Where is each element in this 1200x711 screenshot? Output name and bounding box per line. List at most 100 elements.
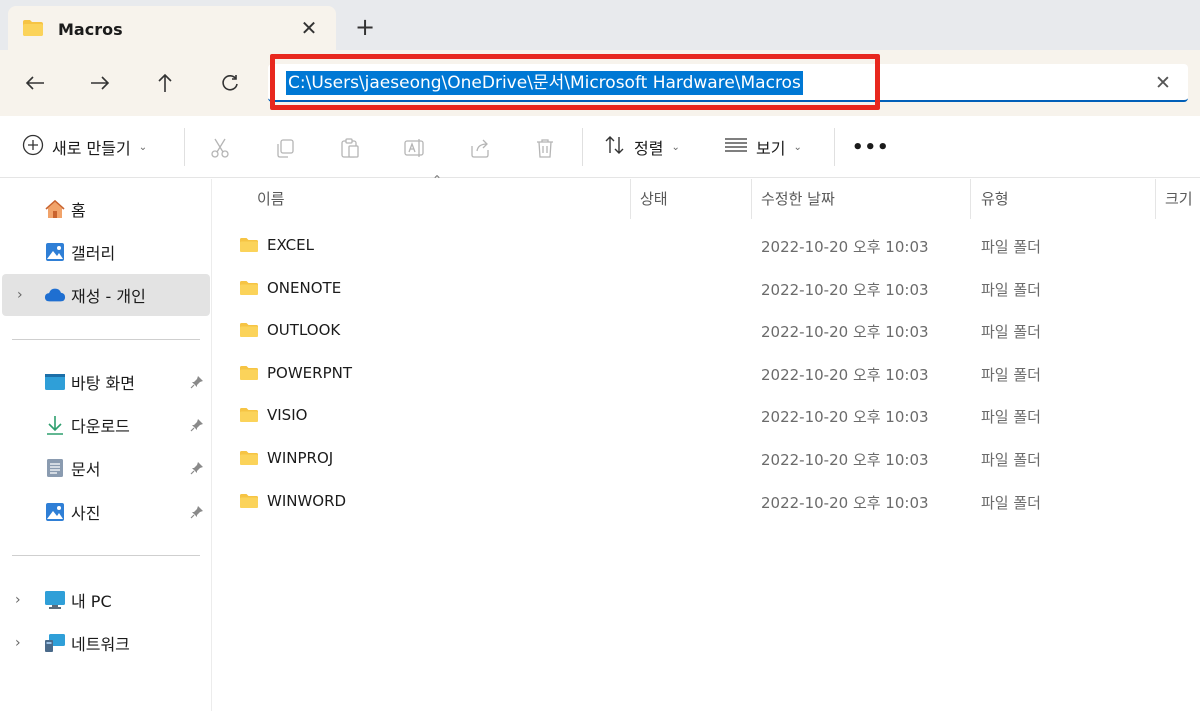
view-button[interactable]: 보기 ⌄ bbox=[724, 132, 802, 162]
cut-icon[interactable] bbox=[208, 136, 232, 160]
file-modified-date: 2022-10-20 오후 10:03 bbox=[761, 408, 929, 427]
sort-button[interactable]: 정렬 ⌄ bbox=[604, 132, 680, 162]
column-header-name[interactable]: 이름 bbox=[257, 179, 285, 219]
table-row[interactable]: ONENOTE 2022-10-20 오후 10:03 파일 폴더 bbox=[213, 267, 1200, 309]
chevron-right-icon[interactable]: › bbox=[17, 287, 23, 303]
onedrive-cloud-icon bbox=[44, 284, 66, 306]
up-icon[interactable] bbox=[148, 68, 182, 98]
sidebar-item-home[interactable]: 홈 bbox=[0, 188, 212, 230]
paste-icon[interactable] bbox=[338, 136, 362, 160]
view-icon bbox=[724, 136, 748, 158]
more-options-button[interactable]: ••• bbox=[852, 132, 890, 162]
folder-icon bbox=[239, 365, 259, 385]
table-row[interactable]: WINWORD 2022-10-20 오후 10:03 파일 폴더 bbox=[213, 480, 1200, 522]
forward-icon[interactable] bbox=[83, 68, 117, 98]
file-modified-date: 2022-10-20 오후 10:03 bbox=[761, 451, 929, 469]
file-name: WINWORD bbox=[267, 491, 347, 510]
file-modified-date: 2022-10-20 오후 10:03 bbox=[761, 493, 929, 512]
new-button-label: 새로 만들기 bbox=[52, 139, 131, 158]
table-row[interactable]: WINPROJ 2022-10-20 오후 10:03 파일 폴더 bbox=[213, 437, 1200, 479]
share-icon[interactable] bbox=[468, 136, 492, 160]
sidebar-item-documents[interactable]: 문서 bbox=[0, 447, 212, 489]
pin-icon[interactable] bbox=[190, 460, 206, 476]
network-icon bbox=[44, 632, 66, 654]
table-row[interactable]: POWERPNT 2022-10-20 오후 10:03 파일 폴더 bbox=[213, 352, 1200, 394]
table-row[interactable]: OUTLOOK 2022-10-20 오후 10:03 파일 폴더 bbox=[213, 309, 1200, 351]
folder-icon bbox=[239, 407, 259, 427]
column-divider[interactable] bbox=[751, 179, 752, 219]
sidebar-item-downloads[interactable]: 다운로드 bbox=[0, 404, 212, 446]
tab-title: Macros bbox=[58, 20, 123, 39]
file-type: 파일 폴더 bbox=[981, 280, 1041, 299]
chevron-right-icon[interactable]: › bbox=[15, 592, 21, 608]
close-tab-icon[interactable]: ✕ bbox=[296, 15, 322, 41]
plus-circle-icon bbox=[22, 134, 44, 160]
command-separator bbox=[582, 128, 583, 166]
sidebar-item-gallery[interactable]: 갤러리 bbox=[0, 231, 212, 273]
sidebar-item-desktop[interactable]: 바탕 화면 bbox=[0, 361, 212, 403]
sidebar-item-label: 재성 - 개인 bbox=[71, 287, 146, 306]
sort-ascending-icon: ⌃ bbox=[432, 173, 443, 187]
navigation-pane: 홈 갤러리 › 재성 - 개인 바탕 화면 다운로드 문서 사진 › 내 PC … bbox=[0, 179, 212, 711]
sidebar-item-label: 네트워크 bbox=[71, 635, 130, 654]
table-row[interactable]: EXCEL 2022-10-20 오후 10:03 파일 폴더 bbox=[213, 224, 1200, 266]
pin-icon[interactable] bbox=[190, 504, 206, 520]
file-type: 파일 폴더 bbox=[981, 365, 1041, 384]
tab-strip: Macros ✕ + bbox=[0, 0, 1200, 50]
rename-icon[interactable] bbox=[403, 136, 427, 160]
file-name: WINPROJ bbox=[267, 449, 334, 467]
address-row: C:\Users\jaeseong\OneDrive\문서\Microsoft … bbox=[0, 50, 1200, 116]
command-separator bbox=[834, 128, 835, 166]
chevron-down-icon: ⌄ bbox=[138, 141, 148, 153]
view-label: 보기 bbox=[756, 139, 786, 158]
file-list: ⌃ 이름 상태 수정한 날짜 유형 크기 EXCEL 2022-10-20 오후 … bbox=[213, 173, 1200, 711]
address-bar[interactable]: C:\Users\jaeseong\OneDrive\문서\Microsoft … bbox=[268, 54, 1188, 110]
sidebar-item-this-pc[interactable]: › 내 PC bbox=[0, 579, 212, 621]
file-type: 파일 폴더 bbox=[981, 238, 1041, 256]
column-header-size[interactable]: 크기 bbox=[1165, 179, 1193, 219]
column-divider[interactable] bbox=[1155, 179, 1156, 219]
document-icon bbox=[44, 457, 66, 479]
sidebar-item-label: 다운로드 bbox=[71, 417, 130, 436]
chevron-down-icon: ⌄ bbox=[793, 141, 802, 153]
sort-icon bbox=[604, 135, 626, 159]
folder-icon bbox=[239, 237, 259, 257]
file-name: POWERPNT bbox=[267, 363, 353, 382]
clear-address-icon[interactable]: ✕ bbox=[1150, 70, 1176, 96]
refresh-icon[interactable] bbox=[213, 68, 247, 98]
tab-macros[interactable]: Macros ✕ bbox=[8, 6, 336, 50]
column-header-status[interactable]: 상태 bbox=[640, 179, 668, 219]
command-bar: 새로 만들기 ⌄ 정렬 ⌄ 보기 ⌄ ••• bbox=[0, 116, 1200, 178]
pc-icon bbox=[44, 589, 66, 611]
pin-icon[interactable] bbox=[190, 417, 206, 433]
sidebar-item-label: 갤러리 bbox=[71, 244, 116, 263]
chevron-right-icon[interactable]: › bbox=[15, 635, 21, 651]
column-divider[interactable] bbox=[970, 179, 971, 219]
file-modified-date: 2022-10-20 오후 10:03 bbox=[761, 280, 929, 299]
pin-icon[interactable] bbox=[190, 374, 206, 390]
file-modified-date: 2022-10-20 오후 10:03 bbox=[761, 323, 929, 342]
column-header-type[interactable]: 유형 bbox=[981, 179, 1009, 219]
sidebar-item-label: 문서 bbox=[71, 460, 101, 479]
sidebar-item-pictures[interactable]: 사진 bbox=[0, 491, 212, 533]
file-type: 파일 폴더 bbox=[981, 408, 1041, 427]
folder-icon bbox=[239, 493, 259, 513]
file-name: ONENOTE bbox=[267, 278, 342, 297]
new-tab-button[interactable]: + bbox=[350, 12, 380, 42]
back-icon[interactable] bbox=[18, 68, 52, 98]
address-path[interactable]: C:\Users\jaeseong\OneDrive\문서\Microsoft … bbox=[286, 71, 803, 95]
folder-icon bbox=[239, 280, 259, 300]
sidebar-item-onedrive[interactable]: › 재성 - 개인 bbox=[2, 274, 210, 316]
download-icon bbox=[44, 414, 66, 436]
sidebar-item-label: 사진 bbox=[71, 504, 101, 523]
copy-icon[interactable] bbox=[273, 136, 297, 160]
sidebar-item-network[interactable]: › 네트워크 bbox=[0, 622, 212, 664]
column-divider[interactable] bbox=[630, 179, 631, 219]
desktop-icon bbox=[44, 371, 66, 393]
sidebar-item-label: 홈 bbox=[71, 201, 86, 220]
new-button[interactable]: 새로 만들기 ⌄ bbox=[22, 132, 147, 162]
delete-icon[interactable] bbox=[533, 136, 557, 160]
command-separator bbox=[184, 128, 185, 166]
table-row[interactable]: VISIO 2022-10-20 오후 10:03 파일 폴더 bbox=[213, 394, 1200, 436]
column-header-modified[interactable]: 수정한 날짜 bbox=[761, 179, 835, 219]
